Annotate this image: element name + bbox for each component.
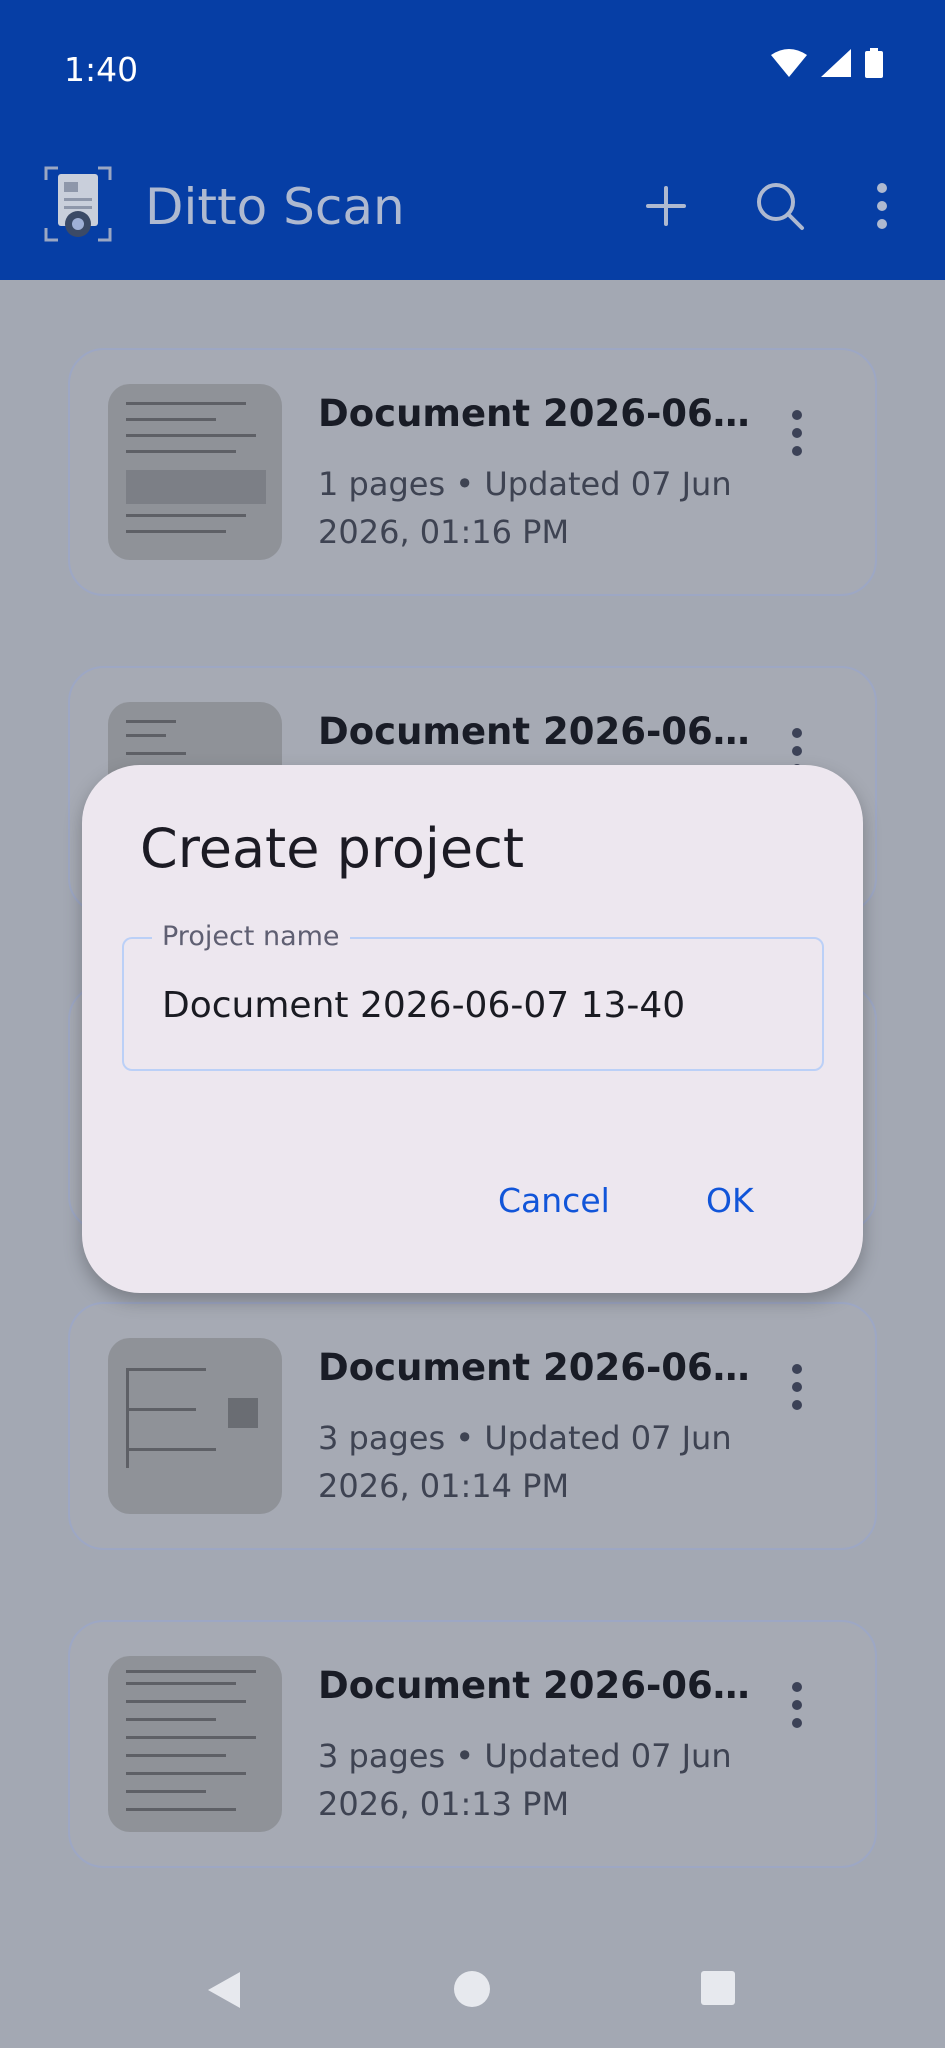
home-icon[interactable] bbox=[453, 1970, 491, 2008]
cancel-button[interactable]: Cancel bbox=[498, 1181, 610, 1220]
back-icon[interactable] bbox=[204, 1970, 242, 2010]
ok-button[interactable]: OK bbox=[706, 1181, 754, 1220]
project-name-field[interactable]: Project name bbox=[122, 921, 824, 1071]
recents-icon[interactable] bbox=[700, 1970, 736, 2006]
project-name-label: Project name bbox=[152, 921, 350, 952]
project-name-input[interactable] bbox=[162, 985, 762, 1026]
system-nav-bar bbox=[0, 1930, 945, 2048]
create-project-dialog: Create project Project name Cancel OK bbox=[82, 765, 863, 1293]
dialog-title: Create project bbox=[140, 817, 525, 880]
